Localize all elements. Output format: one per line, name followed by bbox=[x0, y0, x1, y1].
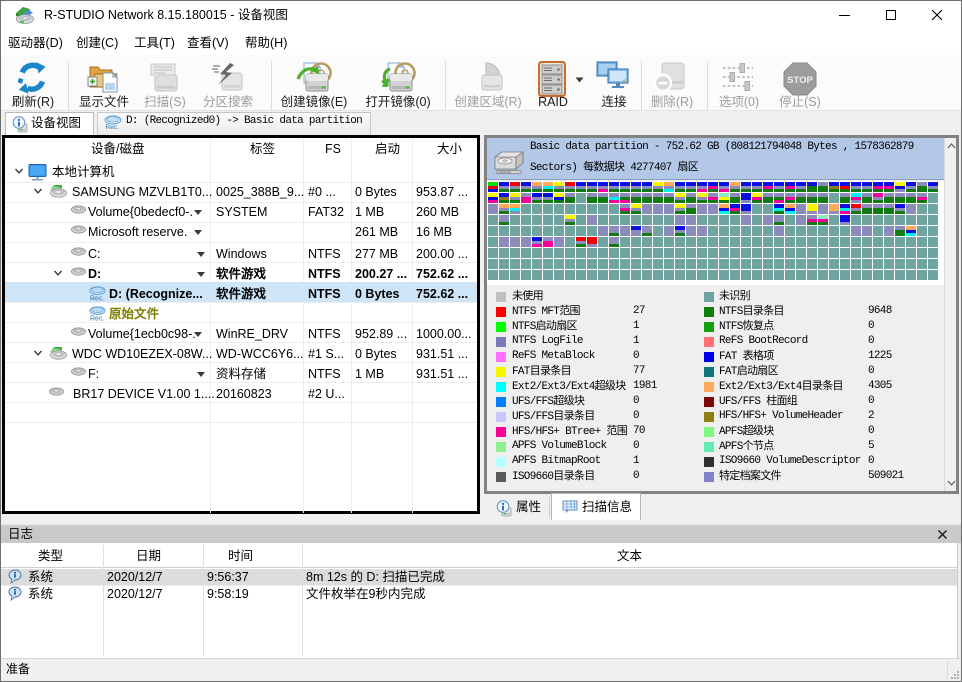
svg-text:Rec.: Rec. bbox=[106, 124, 120, 130]
svg-text:Rec.: Rec. bbox=[90, 316, 104, 323]
svg-text:STOP: STOP bbox=[787, 75, 813, 86]
svg-text:Rec.: Rec. bbox=[90, 296, 104, 303]
